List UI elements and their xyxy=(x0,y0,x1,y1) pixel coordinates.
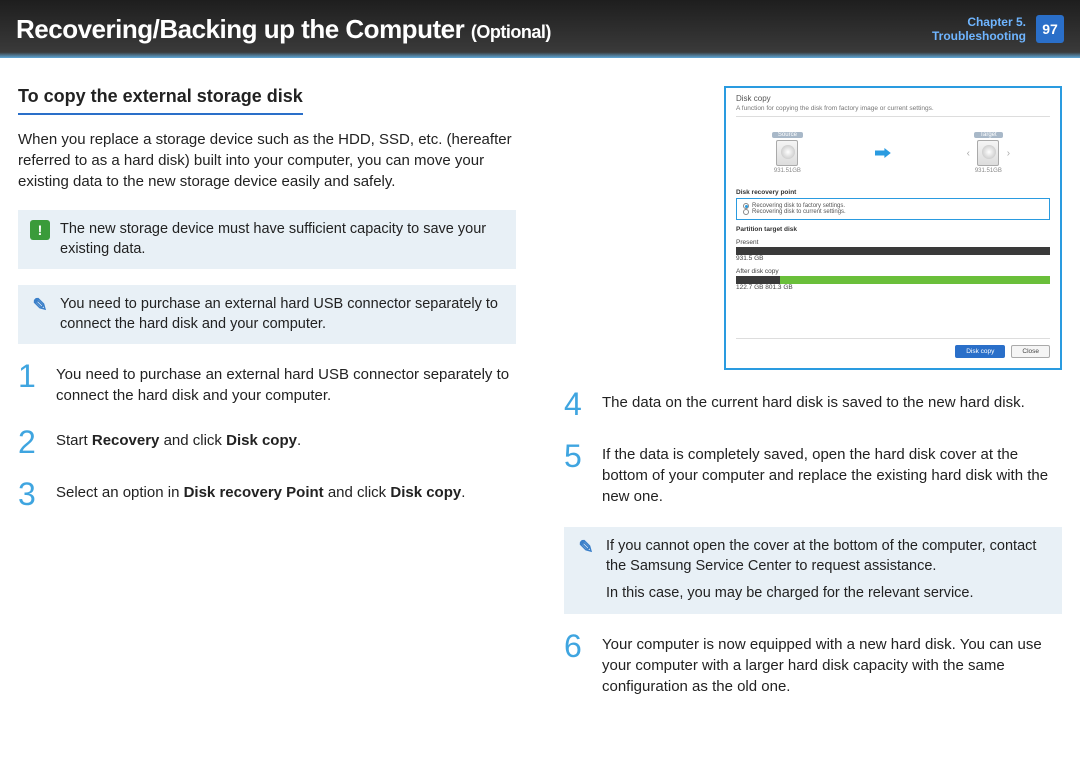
radio-icon xyxy=(743,209,749,215)
service-note-callout: ✎ If you cannot open the cover at the bo… xyxy=(564,527,1062,614)
ss-disk-row: Source 931.51GB ‹ Target 931.51GB › xyxy=(736,123,1050,183)
ss-recovery-options: Recovering disk to factory settings. Rec… xyxy=(736,198,1050,220)
step-number: 1 xyxy=(18,360,46,406)
ss-after-sizes: 122.7 GB 801.3 GB xyxy=(736,284,1050,291)
left-column: To copy the external storage disk When y… xyxy=(18,86,516,717)
ss-title: Disk copy xyxy=(736,94,1050,103)
ss-partition-after: After disk copy 122.7 GB 801.3 GB xyxy=(736,268,1050,291)
page-header: Recovering/Backing up the Computer (Opti… xyxy=(0,0,1080,58)
ss-source-label: Source xyxy=(772,132,803,138)
ss-partition-section: Partition target disk xyxy=(736,226,1050,233)
chevron-left-icon[interactable]: ‹ xyxy=(963,148,974,159)
step-text: Select an option in Disk recovery Point … xyxy=(56,478,465,510)
section-title: To copy the external storage disk xyxy=(18,86,303,115)
ss-partition-present: Present 931.5 GB xyxy=(736,239,1050,262)
note-icon: ✎ xyxy=(30,295,50,315)
ss-source-size: 931.51GB xyxy=(774,168,801,174)
step-number: 6 xyxy=(564,630,592,697)
step-1: 1 You need to purchase an external hard … xyxy=(18,360,516,406)
chapter-label: Chapter 5. Troubleshooting xyxy=(932,15,1026,44)
step-number: 2 xyxy=(18,426,46,458)
header-meta: Chapter 5. Troubleshooting 97 xyxy=(932,15,1064,44)
close-button[interactable]: Close xyxy=(1011,345,1050,358)
ss-target-disk: Target 931.51GB xyxy=(974,132,1003,174)
step-text: The data on the current hard disk is sav… xyxy=(602,388,1025,420)
ss-target-size: 931.51GB xyxy=(975,168,1002,174)
step-text: If the data is completely saved, open th… xyxy=(602,440,1062,507)
note-icon: ✎ xyxy=(576,537,596,557)
note-callout: ✎ You need to purchase an external hard … xyxy=(18,285,516,344)
ss-radio-current[interactable]: Recovering disk to current settings. xyxy=(743,209,1043,215)
intro-paragraph: When you replace a storage device such a… xyxy=(18,129,516,192)
warning-text: The new storage device must have suffici… xyxy=(60,220,504,259)
step-4: 4 The data on the current hard disk is s… xyxy=(564,388,1062,420)
service-note-text: If you cannot open the cover at the bott… xyxy=(606,537,1050,604)
step-text: Your computer is now equipped with a new… xyxy=(602,630,1062,697)
step-number: 3 xyxy=(18,478,46,510)
step-text: You need to purchase an external hard US… xyxy=(56,360,516,406)
partition-bar xyxy=(736,247,1050,255)
ss-present-label: Present xyxy=(736,239,1050,246)
step-2: 2 Start Recovery and click Disk copy. xyxy=(18,426,516,458)
page-number-badge: 97 xyxy=(1036,15,1064,43)
right-column: Disk copy A function for copying the dis… xyxy=(564,86,1062,717)
warning-icon: ! xyxy=(30,220,50,240)
disk-copy-button[interactable]: Disk copy xyxy=(955,345,1005,358)
ss-target-label: Target xyxy=(974,132,1003,138)
warning-callout: ! The new storage device must have suffi… xyxy=(18,210,516,269)
title-optional: (Optional) xyxy=(471,22,551,42)
ss-present-size: 931.5 GB xyxy=(736,255,1050,262)
title-main: Recovering/Backing up the Computer xyxy=(16,14,471,44)
step-number: 4 xyxy=(564,388,592,420)
ss-subtitle: A function for copying the disk from fac… xyxy=(736,105,1050,117)
arrow-right-icon xyxy=(875,148,891,158)
page-title: Recovering/Backing up the Computer (Opti… xyxy=(16,14,551,45)
chevron-right-icon[interactable]: › xyxy=(1003,148,1014,159)
step-3: 3 Select an option in Disk recovery Poin… xyxy=(18,478,516,510)
page-content: To copy the external storage disk When y… xyxy=(0,58,1080,735)
ss-source-disk: Source 931.51GB xyxy=(772,132,803,174)
chapter-line2: Troubleshooting xyxy=(932,29,1026,43)
note-text: You need to purchase an external hard US… xyxy=(60,295,504,334)
hard-disk-icon xyxy=(977,140,999,166)
ss-footer: Disk copy Close xyxy=(736,338,1050,358)
step-5: 5 If the data is completely saved, open … xyxy=(564,440,1062,507)
step-number: 5 xyxy=(564,440,592,507)
chapter-line1: Chapter 5. xyxy=(932,15,1026,29)
hard-disk-icon xyxy=(776,140,798,166)
step-6: 6 Your computer is now equipped with a n… xyxy=(564,630,1062,697)
ss-recovery-section: Disk recovery point xyxy=(736,189,1050,196)
disk-copy-screenshot: Disk copy A function for copying the dis… xyxy=(724,86,1062,370)
partition-bar xyxy=(736,276,1050,284)
ss-after-label: After disk copy xyxy=(736,268,1050,275)
step-text: Start Recovery and click Disk copy. xyxy=(56,426,301,458)
